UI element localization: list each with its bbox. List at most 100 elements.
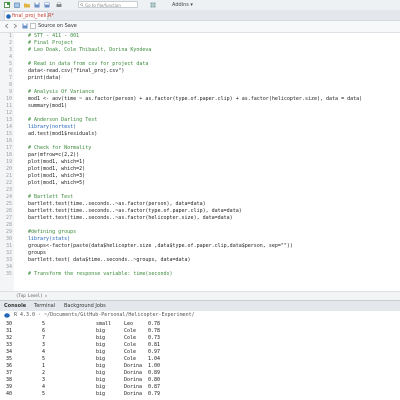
code-line: 27 bartlett.test(time..seconds..~as.facto…	[0, 215, 400, 222]
code-text: bartlett.test(time..seconds..~as.factor(…	[28, 215, 233, 221]
console-cell-a: 5	[42, 391, 46, 397]
line-number: 20	[5, 166, 12, 172]
code-text: plot(mod1, which=5)	[28, 180, 86, 186]
code-line: 28	[0, 222, 400, 229]
code-text: bartlett.test(time..seconds..~as.factor(…	[28, 208, 242, 214]
line-number: 13	[5, 117, 12, 123]
code-text: # STT - 411 - 001	[28, 33, 80, 39]
line-number: 17	[5, 145, 12, 151]
scope-indicator[interactable]: (Top Level) ⇕	[16, 292, 47, 300]
code-text: library(stats)	[28, 236, 71, 242]
console-output[interactable]: 30 5 small Leo 0.78 31 6 big Cole 0.78 32 7 big Cole 0…	[0, 320, 400, 400]
line-number: 15	[5, 131, 12, 137]
line-number: 26	[5, 208, 12, 214]
code-line: 8	[0, 82, 400, 89]
code-line: 11 summary(mod1)	[0, 103, 400, 110]
code-text: # Check for Normality	[28, 145, 92, 151]
console-working-directory: R 4.3.0 · ~/Documents/GitHub-Personal/He…	[14, 312, 195, 318]
code-text: plot(mod1, which=1)	[28, 159, 86, 165]
tab-console[interactable]: Console	[4, 302, 26, 310]
go-to-file-input[interactable]: Go to file/function	[78, 1, 138, 8]
new-project-icon[interactable]	[14, 2, 20, 8]
layout-grid-icon[interactable]	[150, 2, 156, 8]
code-line: 6 data<-read.csv("final_proj.csv")	[0, 68, 400, 75]
code-line: 21 plot(mod1, which=3)	[0, 173, 400, 180]
save-icon[interactable]	[34, 2, 40, 8]
code-text: # Final Project	[28, 40, 74, 46]
code-line: 25 bartlett.test(time..seconds..~as.facto…	[0, 201, 400, 208]
source-on-save-label[interactable]: Source on Save	[38, 23, 77, 30]
line-number: 2	[8, 40, 12, 46]
code-text: # Transform the response variable: time(…	[28, 271, 173, 277]
line-number: 6	[8, 68, 12, 74]
line-number: 31	[5, 243, 12, 249]
line-number: 22	[5, 180, 12, 186]
open-folder-icon[interactable]	[24, 2, 30, 8]
code-line: 31 groups<-factor(paste(data$helicopter.s…	[0, 243, 400, 250]
new-file-icon[interactable]	[4, 2, 10, 8]
addins-menu[interactable]: Addins ▾	[172, 1, 193, 9]
code-text: # Analysis Of Variance	[28, 89, 95, 95]
code-line: 34	[0, 264, 400, 271]
search-icon	[80, 3, 84, 7]
addins-label: Addins	[172, 2, 189, 8]
code-text: # Anderson Darling Test	[28, 117, 98, 123]
code-line: 4	[0, 54, 400, 61]
source-on-save-checkbox[interactable]	[30, 23, 36, 29]
line-number: 30	[5, 236, 12, 242]
line-number: 19	[5, 159, 12, 165]
code-line: 10 mod1 <- aov(time ~ as.factor(person) +…	[0, 96, 400, 103]
line-number: 10	[5, 96, 12, 102]
code-line: 15 ad.test(mod1$residuals)	[0, 131, 400, 138]
code-text: groups	[28, 250, 47, 256]
line-number: 9	[8, 89, 12, 95]
code-line: 29 #defining groups	[0, 229, 400, 236]
code-line: 24 # Bartlett Test	[0, 194, 400, 201]
save-file-icon[interactable]	[22, 23, 28, 29]
code-line: 9 # Analysis Of Variance	[0, 89, 400, 96]
code-text: summary(mod1)	[28, 103, 68, 109]
code-text: # Bartlett Test	[28, 194, 74, 200]
line-number: 7	[8, 75, 12, 81]
code-line: 5 # Read in data from csv for project dat…	[0, 61, 400, 68]
code-text: bartlett.test( data$time..seconds..~grou…	[28, 257, 191, 263]
code-line: 19 plot(mod1, which=1)	[0, 159, 400, 166]
line-number: 16	[5, 138, 12, 144]
line-number: 33	[5, 257, 12, 263]
code-text: bartlett.test(time..seconds..~as.factor(…	[28, 201, 206, 207]
forward-arrow-icon[interactable]	[12, 23, 18, 29]
code-text: par(mfrow=c(2,2))	[28, 152, 80, 158]
go-to-file-placeholder: Go to file/function	[85, 3, 121, 8]
code-text: # Leo Doak, Cole Thibault, Dorina Kyndev…	[28, 47, 152, 53]
code-text: library(nortest)	[28, 124, 77, 130]
console-cell-c: Dorina	[124, 391, 143, 397]
code-line: 3 # Leo Doak, Cole Thibault, Dorina Kynde…	[0, 47, 400, 54]
line-number: 18	[5, 152, 12, 158]
code-line: 13 # Anderson Darling Test	[0, 117, 400, 124]
editor-tab-final-proj[interactable]: final_proj_heli.R*	[4, 11, 54, 20]
code-line: 33 bartlett.test( data$time..seconds..~gr…	[0, 257, 400, 264]
print-icon[interactable]	[56, 2, 62, 8]
code-text: mod1 <- aov(time ~ as.factor(person) + a…	[28, 96, 363, 102]
console-cell-d: 0.79	[148, 391, 161, 397]
code-line: 17 # Check for Normality	[0, 145, 400, 152]
code-text: data<-read.csv("final_proj.csv")	[28, 68, 125, 74]
code-line: 12	[0, 110, 400, 117]
code-line: 2 # Final Project	[0, 40, 400, 47]
line-number: 21	[5, 173, 12, 179]
line-number: 1	[8, 33, 12, 39]
line-number: 35	[5, 271, 12, 277]
tab-terminal[interactable]: Terminal	[34, 302, 55, 310]
editor-tab-label: final_proj_heli.R*	[12, 13, 54, 19]
code-text: # Read in data from csv for project data	[28, 61, 149, 67]
code-text: ad.test(mod1$residuals)	[28, 131, 98, 137]
code-line: 1 # STT - 411 - 001	[0, 33, 400, 40]
line-number: 28	[5, 222, 12, 228]
tab-background-jobs[interactable]: Background Jobs	[64, 302, 106, 310]
line-number: 24	[5, 194, 12, 200]
code-line: 23	[0, 187, 400, 194]
save-all-icon[interactable]	[44, 2, 50, 8]
back-arrow-icon[interactable]	[4, 23, 10, 29]
code-editor[interactable]: 1 # STT - 411 - 001 2 # Final Project 3 # Leo…	[0, 33, 400, 291]
line-number: 32	[5, 250, 12, 256]
